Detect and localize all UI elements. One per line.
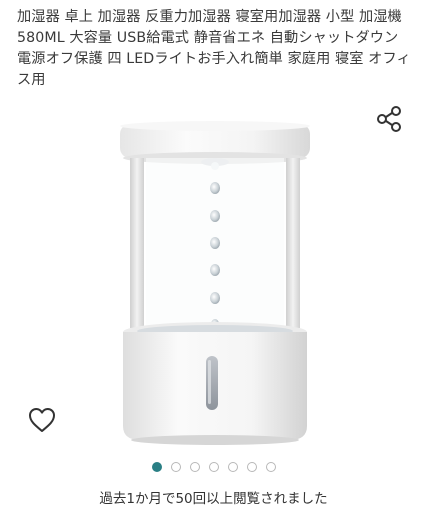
- favorite-button[interactable]: [26, 404, 58, 436]
- humidifier-illustration: [120, 121, 310, 445]
- product-page: 加湿器 卓上 加湿器 反重力加湿器 寝室用加湿器 小型 加湿機 580ML 大容…: [0, 0, 427, 512]
- carousel-dot[interactable]: [227, 462, 238, 472]
- carousel-dot[interactable]: [151, 462, 162, 472]
- views-count-text: 過去1か月で50回以上閲覧されました: [99, 491, 328, 507]
- carousel-dot[interactable]: [208, 462, 219, 472]
- carousel-dot[interactable]: [246, 462, 257, 472]
- product-title: 加湿器 卓上 加湿器 反重力加湿器 寝室用加湿器 小型 加湿機 580ML 大容…: [17, 9, 411, 88]
- carousel-dot[interactable]: [170, 462, 181, 472]
- heart-outline-icon: [29, 408, 55, 432]
- carousel-indicator: [0, 462, 427, 474]
- share-button[interactable]: [374, 104, 406, 136]
- carousel-dot[interactable]: [189, 462, 200, 472]
- carousel-dot[interactable]: [265, 462, 276, 472]
- product-image[interactable]: [100, 118, 330, 448]
- share-icon: [377, 106, 401, 132]
